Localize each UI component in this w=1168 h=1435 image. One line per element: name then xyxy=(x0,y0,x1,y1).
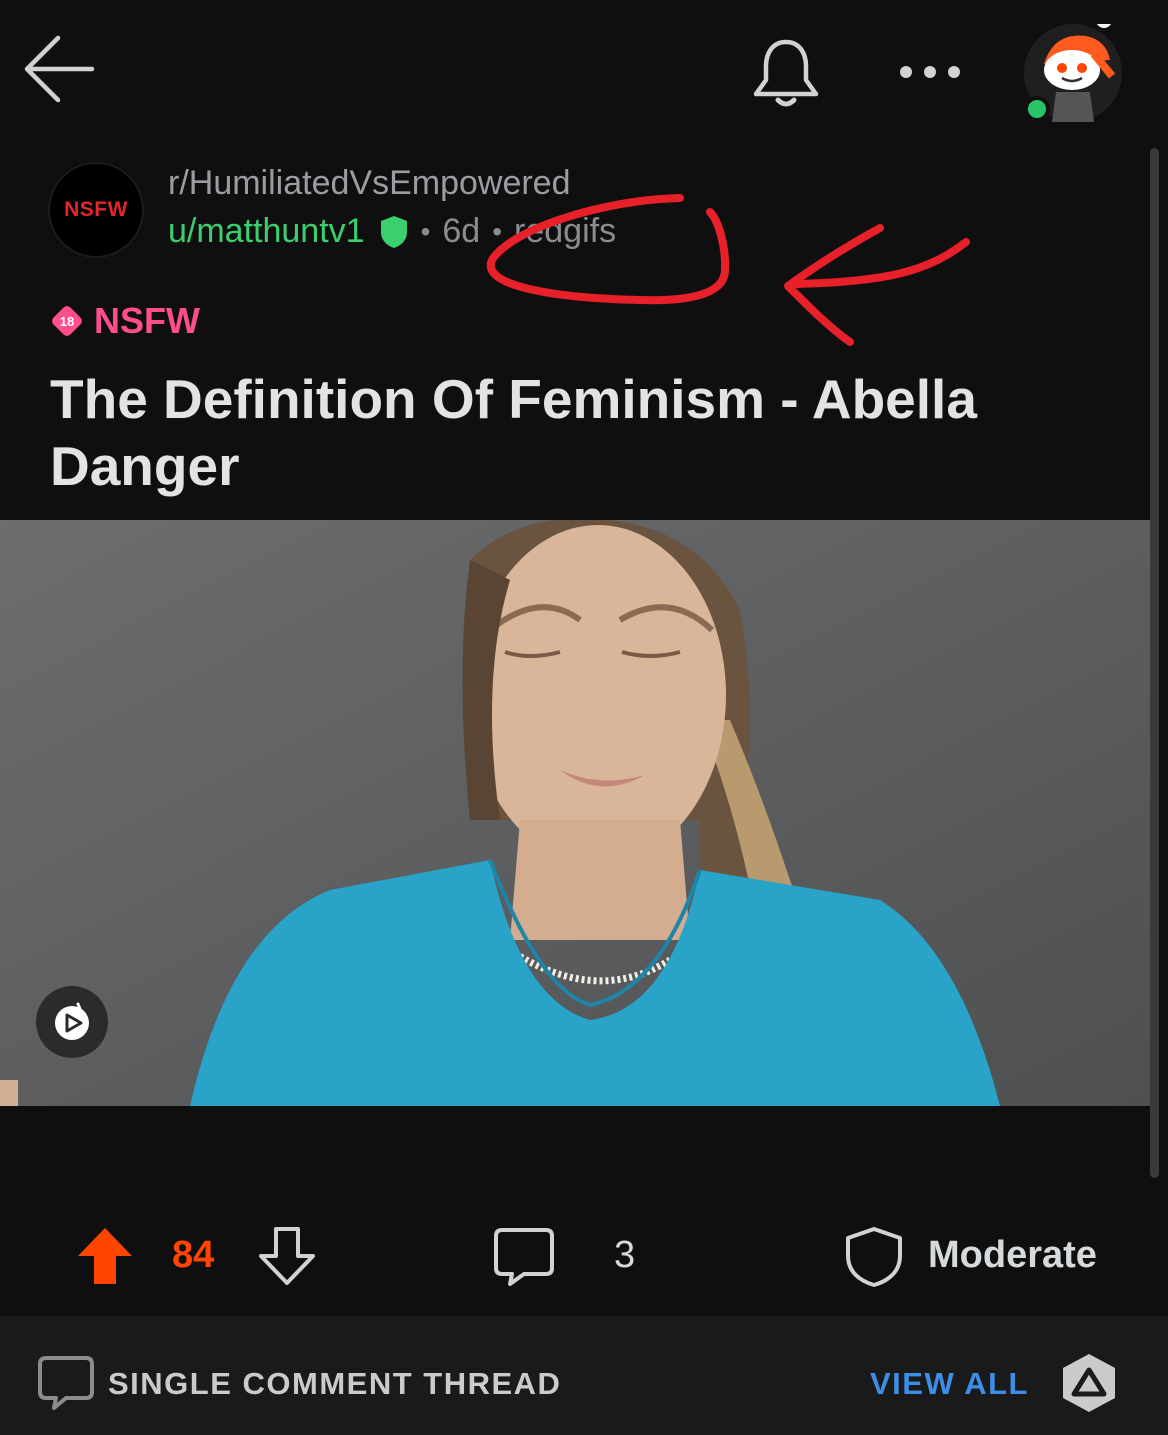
view-all-button[interactable]: VIEW ALL xyxy=(870,1366,1029,1402)
separator-dot: • xyxy=(420,215,431,247)
scroll-to-top-icon[interactable] xyxy=(1058,1352,1120,1414)
back-arrow-icon[interactable] xyxy=(22,32,96,106)
top-bar xyxy=(0,0,1168,140)
scrollbar[interactable] xyxy=(1150,148,1159,1178)
nsfw-tag: 18 NSFW xyxy=(50,300,200,342)
post-title[interactable]: The Definition Of Feminism - Abella Dang… xyxy=(50,366,1110,500)
more-horizontal-icon[interactable] xyxy=(898,60,962,84)
bell-icon[interactable] xyxy=(748,36,824,112)
downvote-arrow-icon[interactable] xyxy=(258,1226,316,1286)
post-action-bar: 84 3 Moderate xyxy=(0,1200,1150,1312)
verified-shield-icon xyxy=(380,215,407,248)
nsfw-label: NSFW xyxy=(94,300,200,341)
vote-score: 84 xyxy=(172,1234,215,1276)
subreddit-avatar[interactable]: NSFW xyxy=(48,162,144,258)
video-play-icon xyxy=(55,1002,89,1040)
video-play-badge[interactable] xyxy=(36,986,108,1058)
moderate-shield-icon[interactable] xyxy=(844,1226,904,1288)
post-video[interactable] xyxy=(0,520,1150,1106)
comment-count[interactable]: 3 xyxy=(614,1234,635,1277)
comment-thread-icon xyxy=(38,1356,94,1410)
comment-bubble-icon[interactable] xyxy=(494,1226,554,1288)
online-status-dot xyxy=(1024,96,1050,122)
upvote-arrow-icon[interactable] xyxy=(76,1226,134,1286)
subreddit-avatar-text: NSFW xyxy=(64,198,128,221)
moderate-button[interactable]: Moderate xyxy=(928,1234,1097,1277)
comment-thread-bar: SINGLE COMMENT THREAD VIEW ALL xyxy=(0,1316,1168,1435)
author-link[interactable]: u/matthuntv1 xyxy=(168,212,365,251)
nsfw-18-icon: 18 xyxy=(52,306,82,336)
annotation-overlay xyxy=(486,194,970,346)
nsfw-18-text: 18 xyxy=(60,314,74,329)
video-frame xyxy=(0,520,1150,1106)
single-comment-thread-label: SINGLE COMMENT THREAD xyxy=(108,1366,562,1401)
